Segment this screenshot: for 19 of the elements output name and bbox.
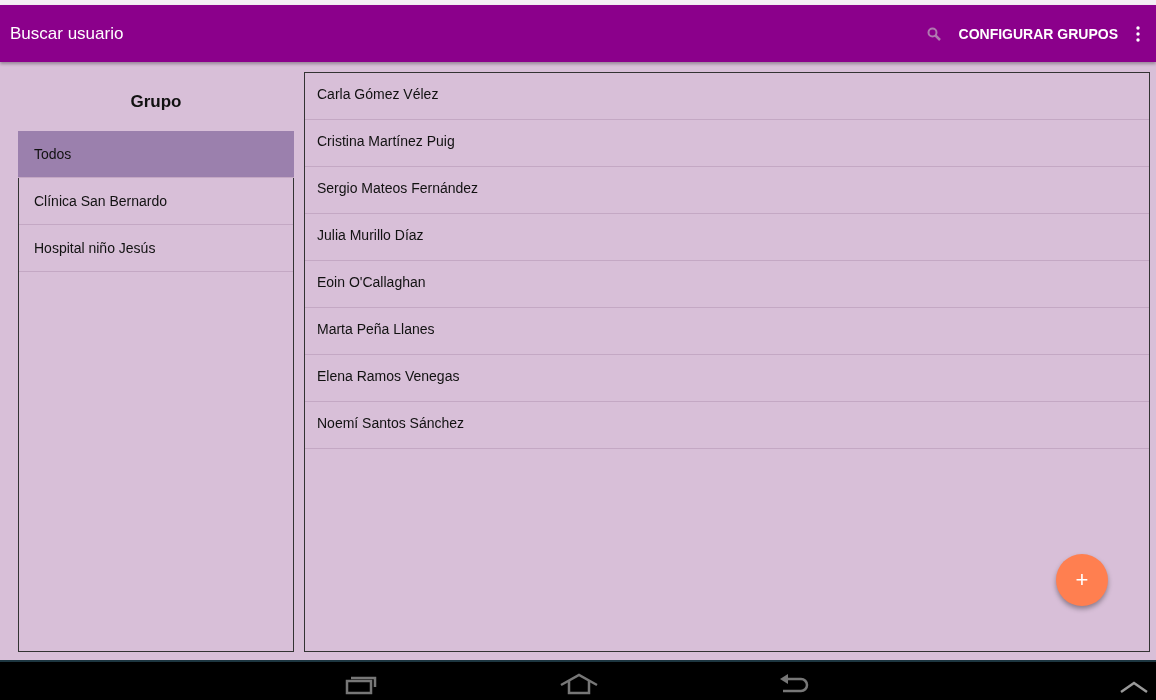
user-item[interactable]: Cristina Martínez Puig: [305, 120, 1149, 167]
caret-up-icon[interactable]: [1120, 680, 1148, 694]
home-icon[interactable]: [559, 673, 599, 695]
screen-title: Buscar usuario: [10, 23, 124, 44]
group-item[interactable]: Todos: [18, 131, 294, 178]
user-item[interactable]: Julia Murillo Díaz: [305, 214, 1149, 261]
user-item[interactable]: Elena Ramos Venegas: [305, 355, 1149, 402]
back-icon[interactable]: [779, 673, 811, 695]
configure-groups-button[interactable]: CONFIGURAR GRUPOS: [956, 21, 1120, 46]
user-item[interactable]: Sergio Mateos Fernández: [305, 167, 1149, 214]
group-heading: Grupo: [129, 90, 183, 113]
group-item[interactable]: Clínica San Bernardo: [19, 178, 293, 225]
user-item[interactable]: Carla Gómez Vélez: [305, 73, 1149, 120]
user-item[interactable]: Eoin O'Callaghan: [305, 261, 1149, 308]
search-icon[interactable]: [926, 26, 941, 41]
user-item[interactable]: Marta Peña Llanes: [305, 308, 1149, 355]
overflow-menu-icon[interactable]: [1136, 25, 1140, 42]
group-item[interactable]: Hospital niño Jesús: [19, 225, 293, 272]
user-item[interactable]: Noemí Santos Sánchez: [305, 402, 1149, 449]
